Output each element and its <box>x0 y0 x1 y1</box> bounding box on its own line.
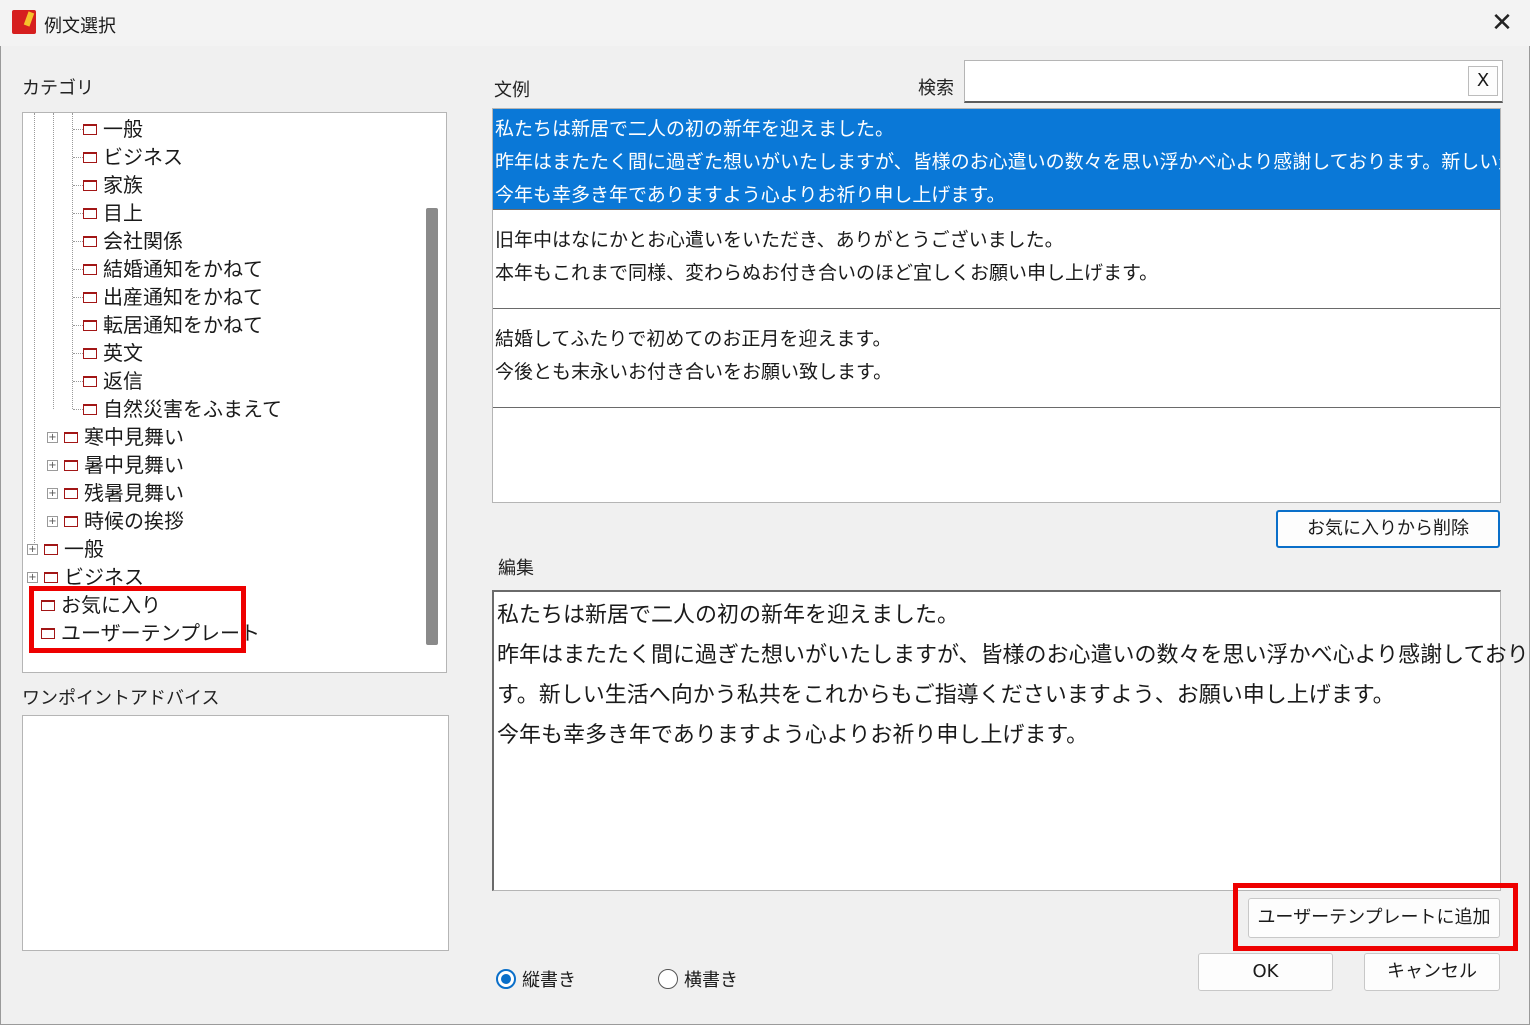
expand-icon[interactable]: + <box>27 571 38 583</box>
radio-label: 縦書き <box>522 970 576 991</box>
window-title: 例文選択 <box>44 16 116 37</box>
tree-item-label: 残暑見舞い <box>84 481 184 505</box>
cancel-button[interactable]: キャンセル <box>1364 953 1500 991</box>
advice-label: ワンポイントアドバイス <box>22 688 220 709</box>
search-clear-button[interactable]: X <box>1468 66 1498 96</box>
tree-item[interactable]: + 残暑見舞い <box>47 479 184 507</box>
tree-item[interactable]: 転居通知をかねて <box>73 311 263 339</box>
tree-item[interactable]: + 寒中見舞い <box>47 423 184 451</box>
search-field[interactable] <box>965 61 1455 99</box>
tree-item-label: 一般 <box>103 117 143 141</box>
close-button[interactable]: ✕ <box>1484 6 1520 40</box>
tree-item[interactable]: + 時候の挨拶 <box>47 507 184 535</box>
edit-line: す。新しい生活へ向かう私共をこれからもご指導くださいますよう、お願い申し上げます… <box>497 683 1395 708</box>
expand-icon[interactable]: + <box>47 515 58 527</box>
tree-item[interactable]: 出産通知をかねて <box>73 283 263 311</box>
expand-icon[interactable]: + <box>27 543 38 555</box>
annotation-highlight-add-template <box>1233 883 1518 951</box>
edit-label: 編集 <box>498 558 534 579</box>
advice-box <box>22 715 449 951</box>
tree-item[interactable]: 会社関係 <box>73 227 183 255</box>
folder-icon <box>64 431 78 443</box>
folder-icon <box>44 543 58 555</box>
example-line: 旧年中はなにかとお心遣いをいただき、ありがとうございました。 <box>495 229 1064 251</box>
tree-item[interactable]: 目上 <box>73 199 143 227</box>
folder-icon <box>83 235 97 247</box>
example-line: 今年も幸多き年でありますよう心よりお祈り申し上げます。 <box>495 184 1006 206</box>
tree-item[interactable]: 家族 <box>73 171 143 199</box>
edit-line: 今年も幸多き年でありますよう心よりお祈り申し上げます。 <box>497 723 1089 748</box>
folder-icon <box>64 515 78 527</box>
expand-icon[interactable]: + <box>47 459 58 471</box>
category-label: カテゴリ <box>22 78 94 99</box>
example-line: 本年もこれまで同様、変わらぬお付き合いのほど宜しくお願い申し上げます。 <box>495 262 1159 284</box>
tree-item-label: 返信 <box>103 369 143 393</box>
tree-item-label: 暑中見舞い <box>84 453 184 477</box>
example-item-3[interactable]: 結婚してふたりで初めてのお正月を迎えます。 今後とも末永いお付き合いをお願い致し… <box>493 309 1500 408</box>
folder-icon <box>83 347 97 359</box>
folder-icon <box>44 571 58 583</box>
tree-item-label: 目上 <box>103 201 143 225</box>
search-label: 検索 <box>918 78 954 99</box>
folder-icon <box>83 375 97 387</box>
tree-item[interactable]: 一般 <box>73 115 143 143</box>
folder-icon <box>83 291 97 303</box>
folder-icon <box>83 263 97 275</box>
example-line: 結婚してふたりで初めてのお正月を迎えます。 <box>495 328 892 350</box>
vertical-writing-radio[interactable]: 縦書き <box>496 966 576 992</box>
tree-item[interactable]: ビジネス <box>73 143 183 171</box>
folder-icon <box>83 179 97 191</box>
tree-item[interactable]: 自然災害をふまえて <box>73 395 282 423</box>
tree-item-label: ビジネス <box>103 145 183 169</box>
edit-textarea[interactable]: 私たちは新居で二人の初の新年を迎えました。 昨年はまたたく間に過ぎた想いがいたし… <box>492 590 1530 891</box>
annotation-highlight-favorites <box>29 586 246 653</box>
folder-icon <box>83 403 97 415</box>
example-line: 私たちは新居で二人の初の新年を迎えました。 <box>495 118 895 140</box>
tree-item-label: 寒中見舞い <box>84 425 184 449</box>
folder-icon <box>64 487 78 499</box>
tree-item-label: 転居通知をかねて <box>103 313 263 337</box>
horizontal-writing-radio[interactable]: 横書き <box>658 966 738 992</box>
radio-label: 横書き <box>684 970 738 991</box>
examples-label: 文例 <box>494 80 530 101</box>
expand-icon[interactable]: + <box>47 431 58 443</box>
tree-item-label: 自然災害をふまえて <box>103 397 282 421</box>
tree-item[interactable]: + 暑中見舞い <box>47 451 184 479</box>
expand-icon[interactable]: + <box>47 487 58 499</box>
tree-item-label: 一般 <box>64 537 104 561</box>
example-line: 今後とも末永いお付き合いをお願い致します。 <box>495 361 893 383</box>
tree-item[interactable]: 返信 <box>73 367 143 395</box>
tree-item-label: 会社関係 <box>103 229 183 253</box>
tree-item[interactable]: + 一般 <box>27 535 104 563</box>
example-item-2[interactable]: 旧年中はなにかとお心遣いをいただき、ありがとうございました。 本年もこれまで同様… <box>493 210 1500 309</box>
edit-line: 昨年はまたたく間に過ぎた想いがいたしますが、皆様のお心遣いの数々を思い浮かべ心よ… <box>497 643 1530 668</box>
folder-icon <box>83 207 97 219</box>
edit-line: 私たちは新居で二人の初の新年を迎えました。 <box>497 603 960 628</box>
tree-item-label: 家族 <box>103 173 143 197</box>
folder-icon <box>64 459 78 471</box>
example-line: 昨年はまたたく間に過ぎた想いがいたしますが、皆様のお心遣いの数々を思い浮かべ心よ… <box>495 151 1500 173</box>
folder-icon <box>83 123 97 135</box>
tree-item-label: 出産通知をかねて <box>103 285 263 309</box>
ok-button[interactable]: OK <box>1198 953 1333 991</box>
radio-checked-icon <box>496 969 516 989</box>
example-item-1[interactable]: 私たちは新居で二人の初の新年を迎えました。 昨年はまたたく間に過ぎた想いがいたし… <box>493 109 1500 210</box>
search-input[interactable] <box>964 60 1503 103</box>
title-bar <box>0 0 1530 46</box>
radio-unchecked-icon <box>658 969 678 989</box>
tree-scrollbar-thumb[interactable] <box>426 208 438 645</box>
tree-item-label: 英文 <box>103 341 143 365</box>
tree-item[interactable]: 英文 <box>73 339 143 367</box>
examples-list[interactable]: 私たちは新居で二人の初の新年を迎えました。 昨年はまたたく間に過ぎた想いがいたし… <box>492 108 1501 503</box>
folder-icon <box>83 319 97 331</box>
folder-icon <box>83 151 97 163</box>
tree-item-label: 時候の挨拶 <box>84 509 184 533</box>
tree-item[interactable]: 結婚通知をかねて <box>73 255 263 283</box>
tree-item-label: 結婚通知をかねて <box>103 257 263 281</box>
remove-favorite-button[interactable]: お気に入りから削除 <box>1276 510 1500 548</box>
app-icon <box>12 10 36 34</box>
